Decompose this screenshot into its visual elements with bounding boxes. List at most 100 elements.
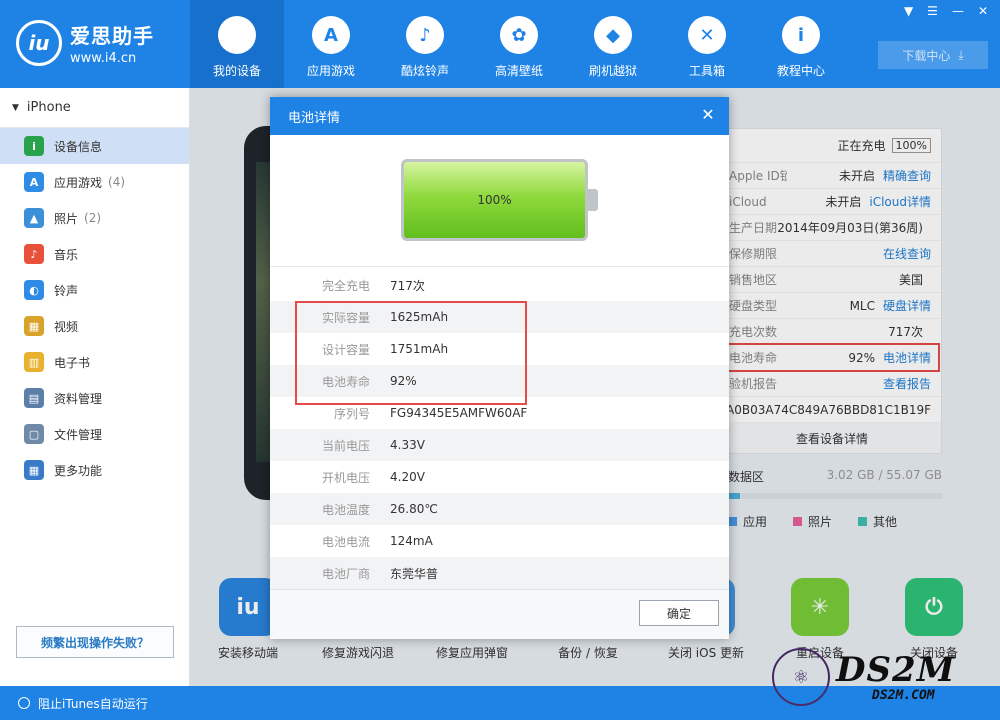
sidebar-item-label: 设备信息 bbox=[54, 139, 103, 154]
box-icon: ◆ bbox=[594, 16, 632, 54]
battery-details-dialog: 电池详情 ✕ 100% 完全充电 717次 实际容量 1625mAh 设计容量 1751m… bbox=[270, 97, 729, 639]
sidebar-item-label: 更多功能 bbox=[54, 463, 103, 478]
music-icon: ♪ bbox=[24, 244, 44, 264]
nav-item[interactable]: i 教程中心 bbox=[754, 0, 848, 88]
nav-label: 应用游戏 bbox=[306, 64, 355, 78]
nav-item[interactable]: A 应用游戏 bbox=[284, 0, 378, 88]
dialog-header: 电池详情 ✕ bbox=[270, 97, 729, 135]
help-button[interactable]: 频繁出现操作失败？ bbox=[16, 626, 174, 658]
battery-value: 717次 bbox=[390, 278, 425, 293]
sidebar-item[interactable]: i 设备信息 bbox=[0, 128, 189, 164]
sidebar-item[interactable]: A 应用游戏 (4) bbox=[0, 164, 189, 200]
bell-icon: ◐ bbox=[24, 280, 44, 300]
sidebar-item-count: (2) bbox=[84, 211, 102, 225]
dialog-footer: 确定 bbox=[270, 589, 729, 639]
info-icon: i bbox=[782, 16, 820, 54]
battery-row: 当前电压 4.33V bbox=[270, 429, 729, 461]
battery-graphic-area: 100% bbox=[270, 135, 729, 267]
battery-level: 100% bbox=[477, 193, 512, 207]
contacts-icon: ▤ bbox=[24, 388, 44, 408]
ok-button[interactable]: 确定 bbox=[639, 600, 719, 626]
device-selector[interactable]: ▼ iPhone bbox=[0, 88, 189, 128]
nav-item[interactable]: ✿ 高清壁纸 bbox=[472, 0, 566, 88]
battery-key: 电池厂商 bbox=[321, 566, 370, 581]
download-center-label: 下载中心 bbox=[902, 48, 951, 63]
battery-cap bbox=[588, 189, 598, 211]
battery-row: 电池厂商 东莞华普 bbox=[270, 557, 729, 589]
app-store-icon: A bbox=[312, 16, 350, 54]
nav-item[interactable]: ◆ 刷机越狱 bbox=[566, 0, 660, 88]
battery-row: 开机电压 4.20V bbox=[270, 461, 729, 493]
app-logo: iu 爱思助手 www.i4.cn bbox=[16, 20, 154, 66]
tools-icon: ✕ bbox=[688, 16, 726, 54]
battery-value: 4.33V bbox=[390, 438, 425, 452]
close-icon[interactable]: ✕ bbox=[695, 101, 721, 127]
battery-value: 124mA bbox=[390, 534, 433, 548]
apple-icon bbox=[218, 16, 256, 54]
info-icon: i bbox=[24, 136, 44, 156]
watermark-url: DS2M.COM bbox=[872, 687, 935, 703]
download-center-button[interactable]: 下载中心 ⤓ bbox=[878, 41, 988, 69]
battery-row: 电池电流 124mA bbox=[270, 525, 729, 557]
skin-icon[interactable]: ▼ bbox=[904, 4, 913, 18]
sidebar-item-label: 应用游戏 bbox=[54, 175, 103, 190]
nav-label: 教程中心 bbox=[776, 64, 825, 78]
battery-key: 开机电压 bbox=[321, 470, 370, 485]
battery-key: 当前电压 bbox=[321, 438, 370, 453]
itunes-block-toggle[interactable] bbox=[18, 697, 30, 709]
close-window-icon[interactable]: ✕ bbox=[978, 4, 988, 18]
nav-item[interactable]: ✕ 工具箱 bbox=[660, 0, 754, 88]
sidebar-item[interactable]: ♪ 音乐 bbox=[0, 236, 189, 272]
menu-icon[interactable]: ☰ bbox=[927, 4, 938, 18]
app-name: 爱思助手 bbox=[70, 24, 154, 48]
battery-row: 完全充电 717次 bbox=[270, 269, 729, 301]
dialog-title: 电池详情 bbox=[288, 110, 341, 126]
sidebar-item-label: 文件管理 bbox=[54, 427, 103, 442]
sidebar-item[interactable]: ▥ 电子书 bbox=[0, 344, 189, 380]
battery-key: 电池电流 bbox=[321, 534, 370, 549]
sidebar-item-label: 视频 bbox=[54, 319, 79, 334]
sidebar-item[interactable]: ◐ 铃声 bbox=[0, 272, 189, 308]
sidebar-item-label: 电子书 bbox=[54, 355, 91, 370]
caret-down-icon: ▼ bbox=[12, 102, 19, 113]
bell-icon: ♪ bbox=[406, 16, 444, 54]
minimize-icon[interactable]: — bbox=[952, 4, 964, 18]
main-nav: 我的设备 A 应用游戏 ♪ 酷炫铃声 ✿ 高清壁纸 ◆ 刷机越狱 ✕ 工具箱 i 教程中心 bbox=[190, 0, 848, 88]
nav-label: 我的设备 bbox=[212, 64, 261, 78]
sidebar-item-label: 音乐 bbox=[54, 247, 79, 262]
battery-row: 电池温度 26.80℃ bbox=[270, 493, 729, 525]
nav-item[interactable]: 我的设备 bbox=[190, 0, 284, 88]
nav-item[interactable]: ♪ 酷炫铃声 bbox=[378, 0, 472, 88]
sidebar: ▼ iPhone i 设备信息 A 应用游戏 (4) ▲ 照片 (2) ♪ 音乐 ◐ 铃声 ▦ 视频 ▥ 电子… bbox=[0, 88, 190, 686]
app-url: www.i4.cn bbox=[70, 51, 137, 66]
itunes-block-label: 阻止iTunes自动运行 bbox=[38, 696, 148, 711]
nav-label: 刷机越狱 bbox=[588, 64, 637, 78]
sidebar-item-label: 照片 bbox=[54, 211, 79, 226]
device-name: iPhone bbox=[26, 100, 71, 115]
battery-key: 完全充电 bbox=[321, 278, 370, 293]
battery-value: 26.80℃ bbox=[390, 502, 438, 516]
photo-icon: ▲ bbox=[24, 208, 44, 228]
sidebar-item[interactable]: ▲ 照片 (2) bbox=[0, 200, 189, 236]
nav-label: 酷炫铃声 bbox=[400, 64, 449, 78]
book-icon: ▥ bbox=[24, 352, 44, 372]
battery-key: 序列号 bbox=[333, 406, 370, 421]
battery-icon: 100% bbox=[401, 159, 588, 241]
battery-value: 东莞华普 bbox=[390, 566, 439, 581]
sidebar-item[interactable]: ▢ 文件管理 bbox=[0, 416, 189, 452]
battery-value: FG94345E5AMFW60AF bbox=[390, 406, 528, 420]
nav-label: 高清壁纸 bbox=[494, 64, 543, 78]
sidebar-item-count: (4) bbox=[108, 175, 126, 189]
i4-logo-icon: iu bbox=[16, 20, 62, 66]
download-icon: ⤓ bbox=[958, 47, 964, 62]
flower-icon: ✿ bbox=[500, 16, 538, 54]
sidebar-item-label: 资料管理 bbox=[54, 391, 103, 406]
highlight-frame bbox=[295, 301, 527, 405]
sidebar-item[interactable]: ▦ 视频 bbox=[0, 308, 189, 344]
sidebar-item[interactable]: ▦ 更多功能 bbox=[0, 452, 189, 488]
app-store-icon: A bbox=[24, 172, 44, 192]
window-controls: ▼ ☰ — ✕ bbox=[904, 4, 988, 18]
battery-key: 电池温度 bbox=[321, 502, 370, 517]
sidebar-item[interactable]: ▤ 资料管理 bbox=[0, 380, 189, 416]
top-bar: iu 爱思助手 www.i4.cn 我的设备 A 应用游戏 ♪ 酷炫铃声 ✿ 高清壁纸 ◆ 刷机… bbox=[0, 0, 1000, 88]
